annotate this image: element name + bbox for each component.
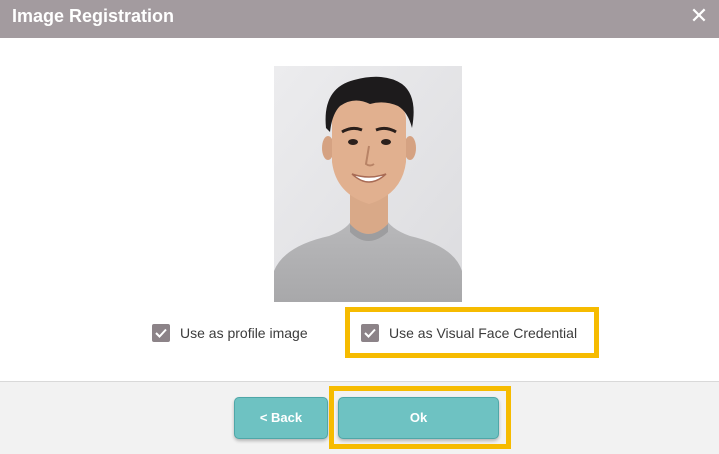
profile-image-option[interactable]: Use as profile image: [152, 324, 308, 342]
face-credential-checkbox[interactable]: [361, 324, 379, 342]
checkmark-icon: [364, 328, 376, 338]
dialog-title: Image Registration: [12, 6, 175, 26]
profile-image-label: Use as profile image: [180, 325, 308, 341]
person-photo-icon: [274, 66, 462, 302]
dialog-titlebar: Image Registration ✕: [0, 0, 719, 38]
close-icon[interactable]: ✕: [687, 3, 711, 31]
face-credential-option[interactable]: Use as Visual Face Credential: [361, 324, 577, 342]
profile-photo: [274, 66, 462, 302]
image-registration-dialog: Image Registration ✕ Use as profile imag…: [0, 0, 719, 454]
face-credential-label: Use as Visual Face Credential: [389, 325, 578, 341]
profile-image-checkbox[interactable]: [152, 324, 170, 342]
back-button[interactable]: < Back: [234, 397, 328, 439]
ok-button[interactable]: Ok: [338, 397, 499, 439]
checkmark-icon: [155, 328, 167, 338]
